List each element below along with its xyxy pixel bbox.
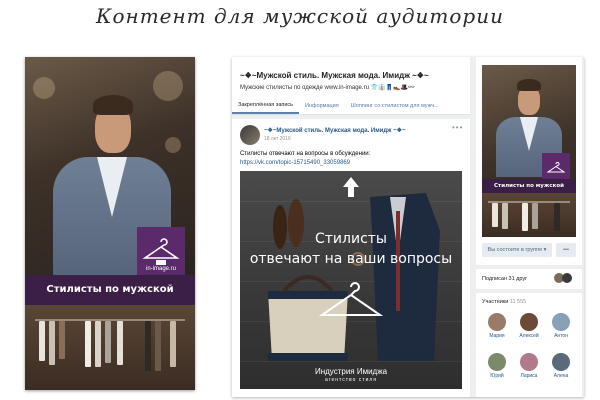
member-item[interactable]: Алена bbox=[548, 353, 574, 379]
member-name[interactable]: Алексей bbox=[516, 333, 542, 339]
member-item[interactable]: Антон bbox=[548, 313, 574, 339]
member-avatar[interactable] bbox=[488, 313, 506, 331]
member-item[interactable]: Мария bbox=[484, 313, 510, 339]
community-status: Мужские стилисты по одежде www.in-image.… bbox=[240, 85, 416, 91]
member-avatar[interactable] bbox=[520, 353, 538, 371]
member-item[interactable]: Алексей bbox=[516, 313, 542, 339]
member-avatar[interactable] bbox=[520, 313, 538, 331]
member-avatar[interactable] bbox=[552, 313, 570, 331]
tab-pinned-post[interactable]: Закреплённая запись bbox=[232, 97, 300, 114]
member-item[interactable]: Юрий bbox=[484, 353, 510, 379]
member-item[interactable]: Лариса bbox=[516, 353, 542, 379]
brand-emblem: in-image.ru bbox=[137, 227, 185, 275]
friends-subscribed-text[interactable]: Подписан 31 друг bbox=[482, 276, 527, 282]
promo-band: Стилисты по мужской одежде bbox=[25, 275, 195, 325]
friends-card: Подписан 31 друг bbox=[476, 269, 582, 289]
community-cover-photo[interactable]: Стилисты по мужской одежде bbox=[482, 65, 576, 237]
subscribed-button[interactable]: Вы состоите в группе ▾ bbox=[482, 243, 552, 257]
post-date[interactable]: 18 окт 2016 bbox=[264, 136, 291, 142]
cover-hanger-icon bbox=[546, 162, 566, 173]
page: Контент для мужской аудитории in-image.r… bbox=[0, 0, 600, 400]
friend-avatar[interactable] bbox=[562, 273, 572, 283]
community-name: ~❖~Мужской стиль. Мужская мода. Имидж ~❖… bbox=[240, 71, 429, 80]
post-image-footer-2: агентство стиля bbox=[324, 377, 378, 383]
member-avatar[interactable] bbox=[488, 353, 506, 371]
community-tabs: Закреплённая запись Информация Шоппинг с… bbox=[232, 97, 470, 115]
more-actions-button[interactable]: ••• bbox=[556, 243, 576, 257]
post-link[interactable]: https://vk.com/topic-15715490_33059869 bbox=[240, 160, 350, 166]
post-author-avatar[interactable] bbox=[240, 125, 260, 145]
post-image-title-1: Стилисты bbox=[315, 231, 387, 247]
cover-band: Стилисты по мужской одежде bbox=[482, 179, 576, 203]
tab-info[interactable]: Информация bbox=[299, 97, 345, 114]
post-image-props bbox=[268, 177, 440, 361]
post-author[interactable]: ~❖~Мужской стиль. Мужская мода. Имидж ~❖… bbox=[264, 127, 405, 134]
member-name[interactable]: Юрий bbox=[484, 373, 510, 379]
emblem-domain: in-image.ru bbox=[145, 266, 176, 272]
member-name[interactable]: Мария bbox=[484, 333, 510, 339]
community-cover-card: Стилисты по мужской одежде Вы состоите в… bbox=[476, 57, 582, 265]
post-image[interactable]: Стилисты отвечают на ваши вопросы Индуст… bbox=[240, 171, 462, 389]
pinned-post: ~❖~Мужской стиль. Мужская мода. Имидж ~❖… bbox=[232, 119, 470, 397]
hanger-icon bbox=[142, 238, 180, 265]
member-name[interactable]: Антон bbox=[548, 333, 574, 339]
post-more-icon[interactable]: ••• bbox=[452, 123, 463, 132]
member-avatar[interactable] bbox=[552, 353, 570, 371]
cover-wardrobe bbox=[482, 193, 576, 237]
tab-shopping[interactable]: Шоппинг со стилистом для мужч... bbox=[345, 97, 445, 114]
vk-community-page: ~❖~Мужской стиль. Мужская мода. Имидж ~❖… bbox=[232, 57, 584, 397]
wardrobe-photo bbox=[25, 305, 195, 390]
community-header: ~❖~Мужской стиль. Мужская мода. Имидж ~❖… bbox=[232, 57, 470, 115]
members-heading[interactable]: Участники 11 555 bbox=[482, 299, 526, 305]
member-name[interactable]: Алена bbox=[548, 373, 574, 379]
post-image-title-2: отвечают на ваши вопросы bbox=[249, 251, 453, 267]
promo-banner: in-image.ru Стилисты по мужской одежде bbox=[25, 57, 195, 390]
members-count: 11 555 bbox=[509, 299, 527, 305]
cover-emblem bbox=[542, 153, 570, 179]
members-label: Участники bbox=[482, 299, 509, 305]
member-name[interactable]: Лариса bbox=[516, 373, 542, 379]
post-text: Стилисты отвечают на вопросы в обсуждени… bbox=[240, 151, 371, 157]
page-headline: Контент для мужской аудитории bbox=[96, 4, 504, 28]
post-image-footer-1: Индустрия Имиджа bbox=[314, 367, 388, 376]
stylist-photo: in-image.ru bbox=[25, 57, 195, 275]
members-card: Участники 11 555 Мария Алексей Антон Юрий Ла… bbox=[476, 293, 582, 397]
